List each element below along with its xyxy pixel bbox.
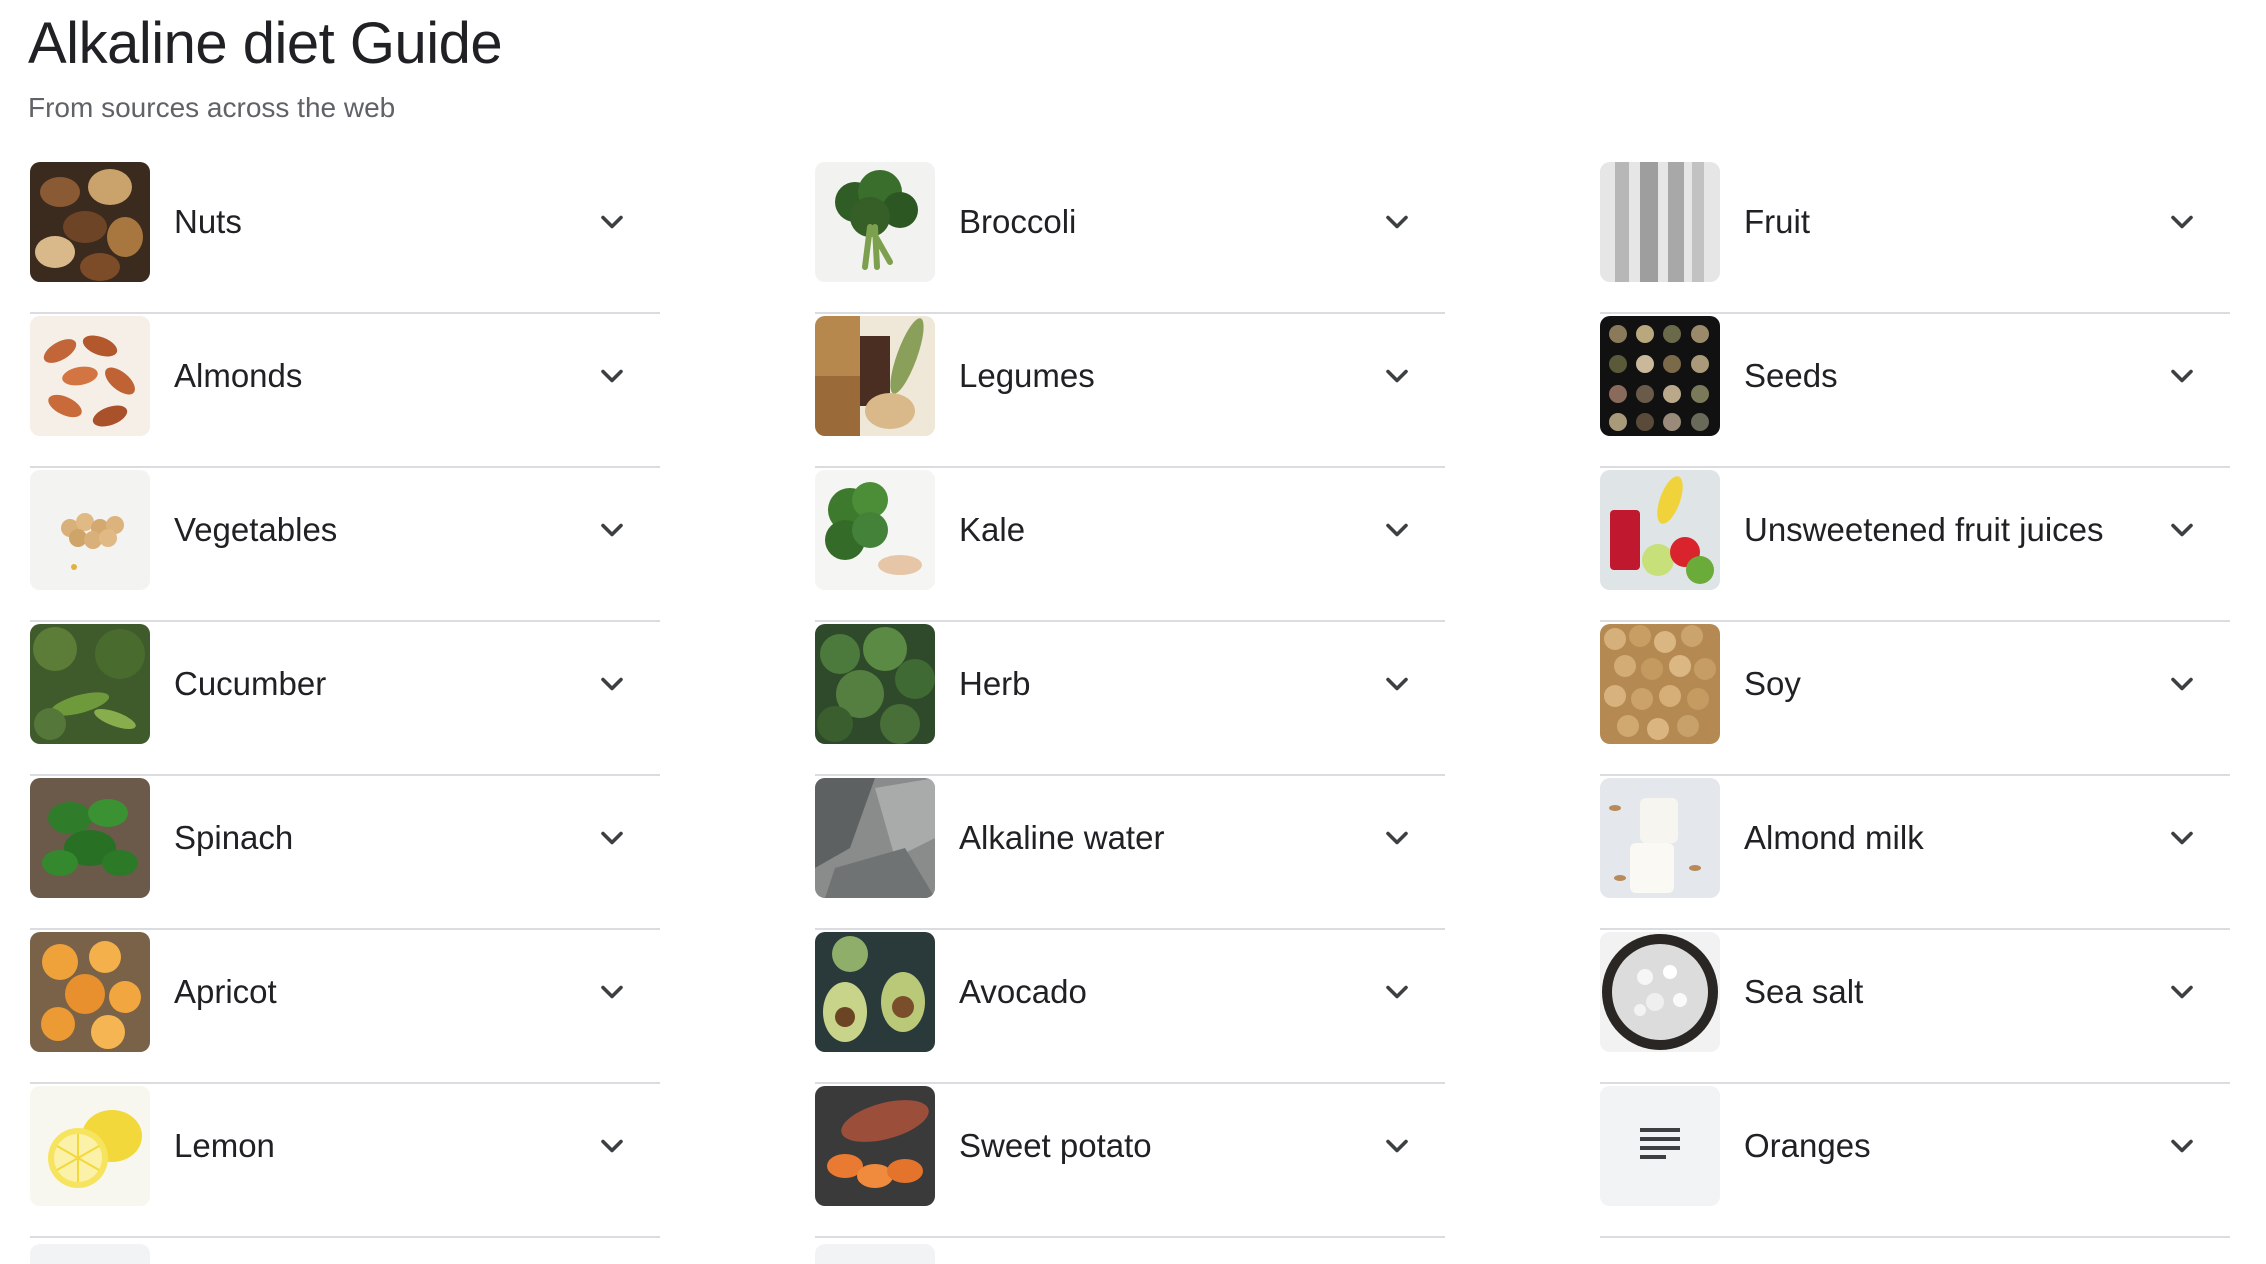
list-item-sea-salt[interactable]: Sea salt [1600,930,2230,1084]
item-label: Alkaline water [959,819,1165,856]
item-label: Spinach [174,819,294,856]
list-item-kale[interactable]: Kale [815,468,1445,622]
chevron-down-icon[interactable] [594,974,630,1010]
chevron-down-icon[interactable] [1379,666,1415,702]
list-item-spinach[interactable]: Spinach [30,776,660,930]
avocado-thumbnail [815,932,935,1052]
almond-milk-thumbnail [1600,778,1720,898]
lemon-thumbnail [30,1086,150,1206]
chevron-down-icon[interactable] [1379,358,1415,394]
legumes-thumbnail [815,316,935,436]
herb-thumbnail [815,624,935,744]
document-lines-icon [1600,1086,1720,1206]
list-item-cucumber[interactable]: Cucumber [30,622,660,776]
guide-column-1: Nuts Almonds Vegetables Cucumber Spinach… [30,160,660,1238]
chevron-down-icon[interactable] [2164,204,2200,240]
broccoli-thumbnail [815,162,935,282]
list-item-oranges[interactable]: Oranges [1600,1084,2230,1238]
chevron-down-icon[interactable] [594,666,630,702]
chevron-down-icon[interactable] [1379,204,1415,240]
list-item-soy[interactable]: Soy [1600,622,2230,776]
list-item-sweet-potato[interactable]: Sweet potato [815,1084,1445,1238]
item-label: Almonds [174,357,303,394]
item-label: Sweet potato [959,1127,1152,1164]
item-label: Oranges [1744,1127,1871,1164]
chevron-down-icon[interactable] [594,820,630,856]
next-item-thumbnail [30,1244,150,1264]
fruit-thumbnail [1600,162,1720,282]
item-label: Sea salt [1744,973,1864,1010]
list-item-alkaline-water[interactable]: Alkaline water [815,776,1445,930]
vegetables-thumbnail [30,470,150,590]
list-item-herb[interactable]: Herb [815,622,1445,776]
list-item-avocado[interactable]: Avocado [815,930,1445,1084]
item-label: Almond milk [1744,819,1924,856]
item-label: Seeds [1744,357,1838,394]
list-item-legumes[interactable]: Legumes [815,314,1445,468]
item-label: Legumes [959,357,1095,394]
list-item-nuts[interactable]: Nuts [30,160,660,314]
item-label: Nuts [174,203,242,240]
chevron-down-icon[interactable] [2164,974,2200,1010]
guide-column-2: Broccoli Legumes Kale Herb Alkaline wate… [815,160,1445,1238]
list-item-seeds[interactable]: Seeds [1600,314,2230,468]
item-label: Fruit [1744,203,1810,240]
chevron-down-icon[interactable] [2164,358,2200,394]
item-label: Cucumber [174,665,327,702]
item-label: Unsweetened fruit juices [1744,511,2104,548]
list-item-almonds[interactable]: Almonds [30,314,660,468]
chevron-down-icon[interactable] [594,204,630,240]
list-item-fruit[interactable]: Fruit [1600,160,2230,314]
sea-salt-thumbnail [1600,932,1720,1052]
fruit-juices-thumbnail [1600,470,1720,590]
chevron-down-icon[interactable] [1379,974,1415,1010]
almonds-thumbnail [30,316,150,436]
chevron-down-icon[interactable] [1379,512,1415,548]
list-item-lemon[interactable]: Lemon [30,1084,660,1238]
list-item-apricot[interactable]: Apricot [30,930,660,1084]
list-item-almond-milk[interactable]: Almond milk [1600,776,2230,930]
guide-grid: Nuts Almonds Vegetables Cucumber Spinach… [0,0,2266,1264]
chevron-down-icon[interactable] [594,1128,630,1164]
cucumber-thumbnail [30,624,150,744]
apricot-thumbnail [30,932,150,1052]
item-label: Kale [959,511,1026,548]
item-label: Avocado [959,973,1087,1010]
nuts-thumbnail [30,162,150,282]
item-label: Vegetables [174,511,338,548]
chevron-down-icon[interactable] [2164,820,2200,856]
item-label: Soy [1744,665,1801,702]
spinach-thumbnail [30,778,150,898]
list-item-unsweetened-fruit-juices[interactable]: Unsweetened fruit juices [1600,468,2230,622]
chevron-down-icon[interactable] [2164,512,2200,548]
item-label: Herb [959,665,1031,702]
chevron-down-icon[interactable] [1379,1128,1415,1164]
list-item-broccoli[interactable]: Broccoli [815,160,1445,314]
kale-thumbnail [815,470,935,590]
chevron-down-icon[interactable] [2164,666,2200,702]
next-item-thumbnail [815,1244,935,1264]
seeds-thumbnail [1600,316,1720,436]
alkaline-water-thumbnail [815,778,935,898]
list-item-vegetables[interactable]: Vegetables [30,468,660,622]
chevron-down-icon[interactable] [594,358,630,394]
soy-thumbnail [1600,624,1720,744]
guide-column-3: Fruit Seeds Unsweetened fruit juices Soy [1600,160,2230,1238]
chevron-down-icon[interactable] [594,512,630,548]
chevron-down-icon[interactable] [2164,1128,2200,1164]
chevron-down-icon[interactable] [1379,820,1415,856]
item-label: Lemon [174,1127,275,1164]
item-label: Broccoli [959,203,1077,240]
sweet-potato-thumbnail [815,1086,935,1206]
item-label: Apricot [174,973,277,1010]
